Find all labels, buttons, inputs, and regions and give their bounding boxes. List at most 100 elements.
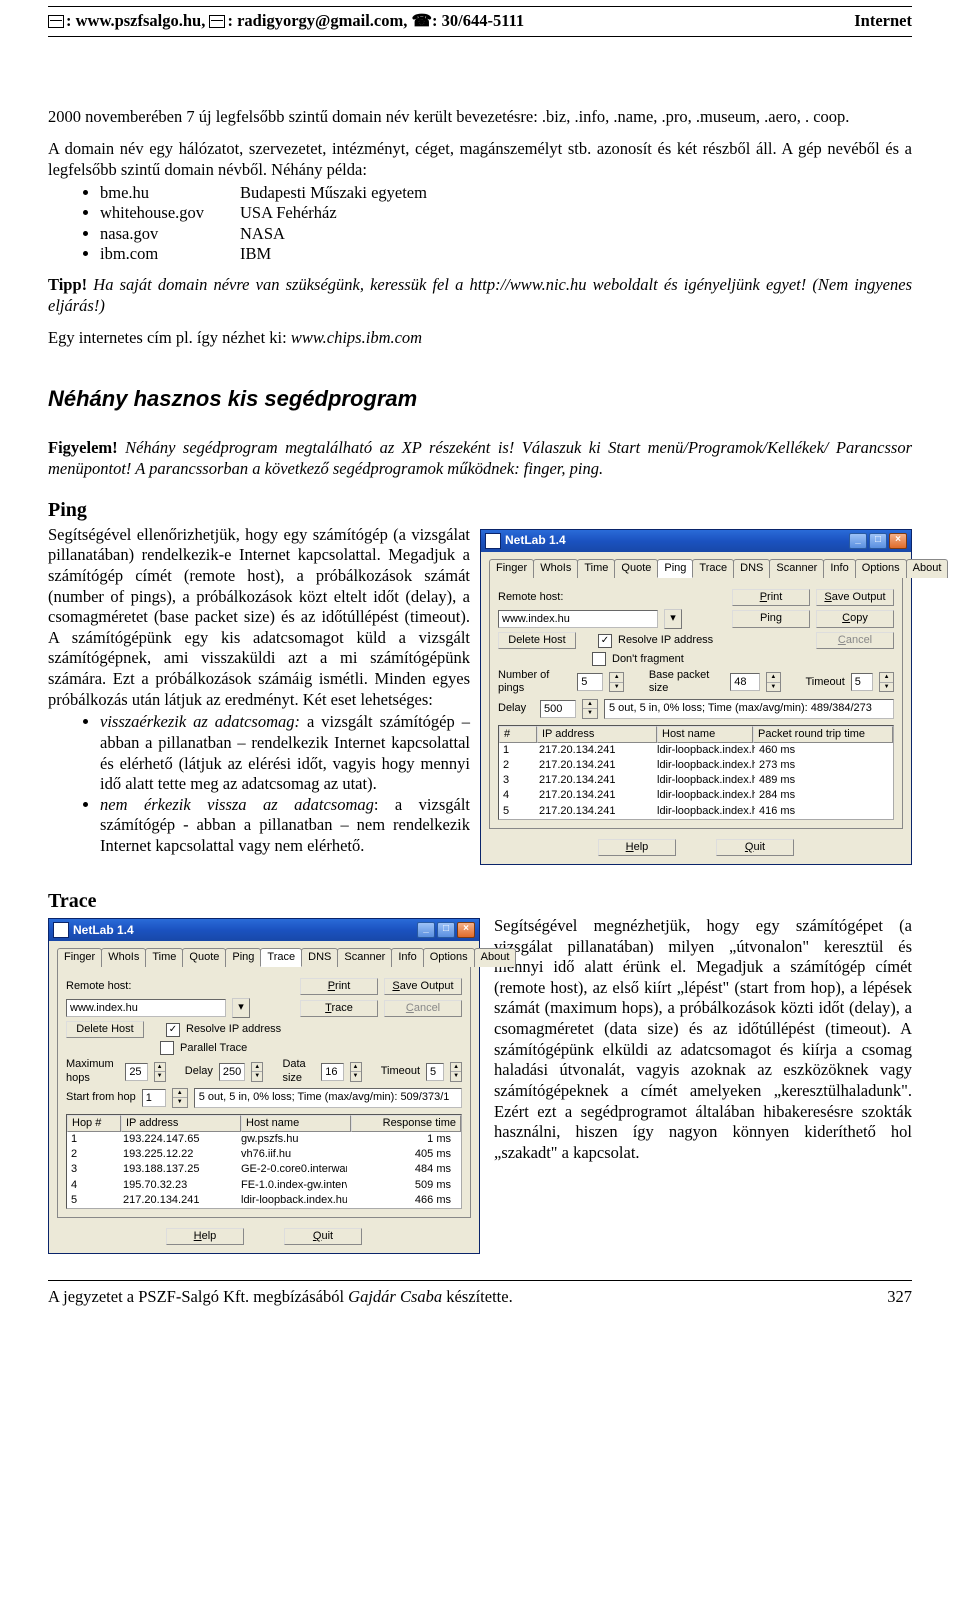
lbl-timeout: Timeout [381,1065,420,1078]
th-ip[interactable]: IP address [121,1115,241,1132]
delete-host-button[interactable]: Delete Host [498,632,576,649]
close-icon[interactable]: × [457,922,475,938]
timeout-stepper[interactable]: ▲▼ [450,1062,462,1082]
tab-ping[interactable]: Ping [225,948,261,967]
starthop-input[interactable]: 1 [142,1089,166,1107]
print-button[interactable]: Print [300,978,378,995]
delay-stepper[interactable]: ▲▼ [582,699,598,719]
starthop-stepper[interactable]: ▲▼ [172,1088,188,1108]
tipp-body: Ha saját domain névre van szükségünk, ke… [48,275,912,315]
table-row[interactable]: 5217.20.134.241ldir-loopback.index.hu416… [499,804,893,819]
trace-button[interactable]: Trace [300,1000,378,1017]
th-ip[interactable]: IP address [537,726,657,743]
delete-host-button[interactable]: Delete Host [66,1021,144,1038]
lbl-remote-host: Remote host: [498,591,570,604]
th-hop[interactable]: Hop # [67,1115,121,1132]
parallel-trace-checkbox[interactable] [160,1041,174,1055]
minimize-icon[interactable]: _ [849,533,867,549]
tab-quote[interactable]: Quote [614,559,658,578]
th-rtt[interactable]: Packet round trip time [753,726,893,743]
dropdown-icon[interactable]: ▾ [232,998,250,1018]
tab-about[interactable]: About [906,559,949,578]
ping-heading: Ping [48,498,912,523]
close-icon[interactable]: × [889,533,907,549]
tab-about[interactable]: About [474,948,517,967]
timeout-input[interactable]: 5 [851,673,874,691]
timeout-stepper[interactable]: ▲▼ [879,672,894,692]
tab-trace[interactable]: Trace [692,559,734,578]
li2-lead: nem érkezik vissza az adatcsomag [100,795,374,814]
tab-dns[interactable]: DNS [733,559,770,578]
remote-host-input[interactable]: www.index.hu [66,999,226,1017]
resolve-ip-checkbox[interactable]: ✓ [598,634,612,648]
titlebar[interactable]: NetLab 1.4 _ □ × [481,530,911,552]
delay-stepper[interactable]: ▲▼ [251,1062,263,1082]
minimize-icon[interactable]: _ [417,922,435,938]
table-row[interactable]: 5217.20.134.241ldir-loopback.index.hu466… [67,1193,461,1208]
table-row[interactable]: 4217.20.134.241ldir-loopback.index.hu284… [499,788,893,803]
table-row[interactable]: 4195.70.32.23FE-1.0.index-gw.interware.h… [67,1178,461,1193]
print-label: rint [767,591,782,603]
table-row[interactable]: 3217.20.134.241ldir-loopback.index.hu489… [499,773,893,788]
packet-stepper[interactable]: ▲▼ [766,672,781,692]
tab-quote[interactable]: Quote [182,948,226,967]
tab-ping[interactable]: Ping [657,559,693,578]
copy-button[interactable]: Copy [816,610,894,627]
table-row[interactable]: 1217.20.134.241ldir-loopback.index.hu460… [499,743,893,758]
help-button[interactable]: Help [598,839,676,856]
dont-fragment-checkbox[interactable] [592,652,606,666]
maximize-icon[interactable]: □ [437,922,455,938]
tab-info[interactable]: Info [823,559,855,578]
tab-time[interactable]: Time [145,948,183,967]
tab-scanner[interactable]: Scanner [337,948,392,967]
dropdown-icon[interactable]: ▾ [664,609,682,629]
table-row[interactable]: 2193.225.12.22vh76.iif.hu405 ms [67,1147,461,1162]
tab-time[interactable]: Time [577,559,615,578]
tab-trace[interactable]: Trace [260,948,302,967]
th-num[interactable]: # [499,726,537,743]
tab-options[interactable]: Options [855,559,907,578]
tab-whois[interactable]: WhoIs [101,948,146,967]
table-row[interactable]: 2217.20.134.241ldir-loopback.index.hu273… [499,758,893,773]
lbl-parallel: Parallel Trace [180,1042,247,1055]
quit-button[interactable]: Quit [284,1228,362,1245]
tab-whois[interactable]: WhoIs [533,559,578,578]
timeout-input[interactable]: 5 [426,1063,444,1081]
cancel-button[interactable]: Cancel [816,632,894,649]
lbl-resolve: Resolve IP address [186,1023,281,1036]
th-host[interactable]: Host name [241,1115,351,1132]
tab-finger[interactable]: Finger [57,948,102,967]
maximize-icon[interactable]: □ [869,533,887,549]
table-row[interactable]: 1193.224.147.65gw.pszfs.hu1 ms [67,1132,461,1147]
pings-input[interactable]: 5 [577,673,603,691]
maxhops-stepper[interactable]: ▲▼ [154,1062,166,1082]
quit-button[interactable]: Quit [716,839,794,856]
pings-stepper[interactable]: ▲▼ [609,672,624,692]
help-button[interactable]: Help [166,1228,244,1245]
datasize-input[interactable]: 16 [321,1063,343,1081]
delay-input[interactable]: 250 [219,1063,245,1081]
th-host[interactable]: Host name [657,726,753,743]
th-resp[interactable]: Response time [351,1115,461,1132]
ping-button[interactable]: Ping [732,610,810,627]
datasize-stepper[interactable]: ▲▼ [350,1062,362,1082]
base-packet-input[interactable]: 48 [730,673,760,691]
delay-input[interactable]: 500 [540,700,576,718]
tab-scanner[interactable]: Scanner [769,559,824,578]
tab-dns[interactable]: DNS [301,948,338,967]
tab-finger[interactable]: Finger [489,559,534,578]
remote-host-input[interactable]: www.index.hu [498,610,658,628]
intro-p2: A domain név egy hálózatot, szervezetet,… [48,139,912,180]
resolve-ip-checkbox[interactable]: ✓ [166,1023,180,1037]
table-row[interactable]: 3193.188.137.25GE-2-0.core0.interware.hu… [67,1162,461,1177]
save-output-button[interactable]: Save Output [384,978,462,995]
print-button[interactable]: Print [732,589,810,606]
tab-info[interactable]: Info [391,948,423,967]
titlebar[interactable]: NetLab 1.4 _ □ × [49,919,479,941]
maxhops-input[interactable]: 25 [125,1063,147,1081]
intro-p1: 2000 novemberében 7 új legfelsőbb szintű… [48,107,912,128]
tipp-label: Tipp! [48,275,87,294]
tab-options[interactable]: Options [423,948,475,967]
cancel-button[interactable]: Cancel [384,1000,462,1017]
save-output-button[interactable]: Save Output [816,589,894,606]
